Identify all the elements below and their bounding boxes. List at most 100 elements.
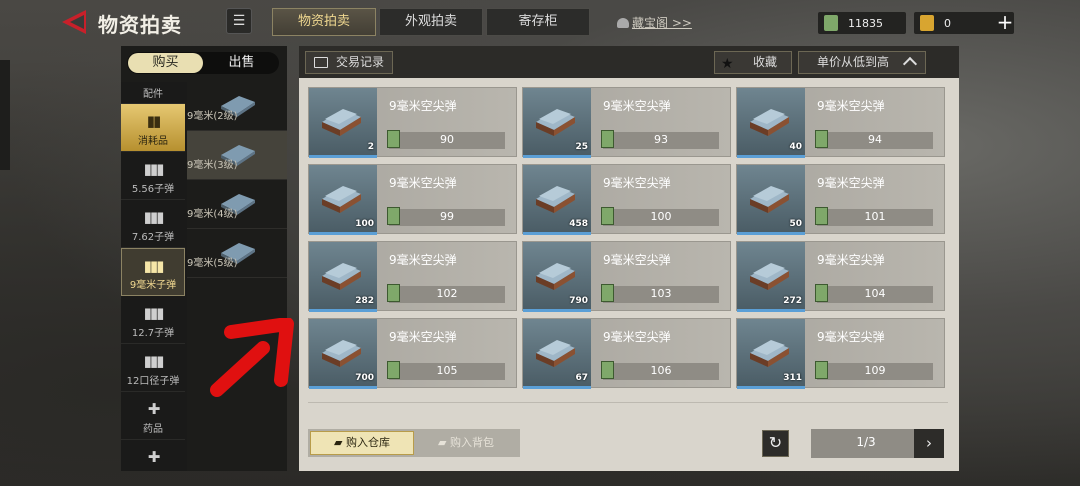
next-page-button[interactable]: › <box>914 429 944 458</box>
item-card[interactable]: 790 9毫米空尖弹 103 <box>522 241 731 312</box>
item-card[interactable]: 67 9毫米空尖弹 106 <box>522 318 731 389</box>
item-card[interactable]: 282 9毫米空尖弹 102 <box>308 241 517 312</box>
category-consumables[interactable]: ▮▮ 消耗品 <box>121 104 185 152</box>
pagination: 1/3 › <box>811 429 944 458</box>
item-quantity: 67 <box>575 373 588 383</box>
subcategory-9mm-level4[interactable]: 9毫米(4级) <box>187 180 287 229</box>
category-12-gauge-ammo[interactable]: ▮▮▮ 12口径子弹 <box>121 344 185 392</box>
tab-appearance-auction[interactable]: 外观拍卖 <box>379 8 483 36</box>
subcategory-9mm-level2[interactable]: 9毫米(2级) <box>187 82 287 131</box>
ticket-icon <box>920 15 934 31</box>
item-card[interactable]: 458 9毫米空尖弹 100 <box>522 164 731 235</box>
item-card[interactable]: 25 9毫米空尖弹 93 <box>522 87 731 158</box>
sell-toggle[interactable]: 出售 <box>204 52 279 74</box>
tab-storage-locker[interactable]: 寄存柜 <box>486 8 590 36</box>
warehouse-icon: ▰ <box>334 436 346 449</box>
chevron-up-icon <box>902 56 918 72</box>
ammo-box-icon <box>750 263 789 290</box>
back-arrow-icon[interactable] <box>60 8 92 36</box>
listing-panel: 交易记录 ★ 收藏 单价从低到高 2 9毫米空尖弹 90 25 9毫米空尖弹 93 40 9毫米… <box>299 46 959 471</box>
menu-list-icon[interactable]: ☰ <box>226 8 252 34</box>
buy-to-warehouse-button[interactable]: ▰ 购入仓库 <box>310 431 414 455</box>
page-indicator: 1/3 <box>856 435 876 449</box>
item-card[interactable]: 2 9毫米空尖弹 90 <box>308 87 517 158</box>
purchase-destination-toggle: ▰ 购入仓库 ▰ 购入背包 <box>308 429 520 457</box>
item-name: 9毫米空尖弹 <box>603 176 671 190</box>
item-quantity: 50 <box>789 219 802 229</box>
item-card[interactable]: 40 9毫米空尖弹 94 <box>736 87 945 158</box>
ammo-box-icon <box>536 340 575 367</box>
item-thumbnail: 2 <box>309 88 377 158</box>
item-price-value: 93 <box>654 133 668 146</box>
item-thumbnail: 67 <box>523 319 591 389</box>
item-price: 99 <box>387 207 505 226</box>
category-accessories[interactable]: 配件 <box>121 82 185 104</box>
item-name: 9毫米空尖弹 <box>817 99 885 113</box>
ammo-box-icon <box>750 186 789 213</box>
subcategory-label: 9毫米(5级) <box>187 258 238 269</box>
subcategory-label: 9毫米(3级) <box>187 160 238 171</box>
item-quantity: 272 <box>783 296 802 306</box>
item-quantity: 100 <box>355 219 374 229</box>
subcategory-9mm-level5[interactable]: 9毫米(5级) <box>187 229 287 278</box>
refresh-button[interactable]: ↻ <box>762 430 789 457</box>
category-label: 药品 <box>143 424 163 435</box>
category-762-ammo[interactable]: ▮▮▮ 7.62子弹 <box>121 200 185 248</box>
item-name: 9毫米空尖弹 <box>389 253 457 267</box>
divider <box>308 402 948 403</box>
buy-to-backpack-button[interactable]: ▰ 购入背包 <box>416 431 516 455</box>
item-price: 106 <box>601 361 719 380</box>
item-card[interactable]: 700 9毫米空尖弹 105 <box>308 318 517 389</box>
item-card[interactable]: 100 9毫米空尖弹 99 <box>308 164 517 235</box>
buy-to-backpack-label: 购入背包 <box>449 436 494 449</box>
sort-dropdown[interactable]: 单价从低到高 <box>798 51 926 74</box>
item-price-value: 99 <box>440 210 454 223</box>
item-thumbnail: 790 <box>523 242 591 312</box>
buy-sell-toggle: 购买 出售 <box>127 52 279 74</box>
item-price: 90 <box>387 130 505 149</box>
item-price-value: 100 <box>650 210 672 223</box>
trade-records-button[interactable]: 交易记录 <box>305 51 393 74</box>
category-9mm-ammo[interactable]: ▮▮▮ 9毫米子弹 <box>121 248 185 296</box>
category-label: 12口径子弹 <box>126 376 180 387</box>
item-name: 9毫米空尖弹 <box>389 176 457 190</box>
favorites-label: 收藏 <box>752 55 777 69</box>
consumables-icon: ▮▮ <box>146 112 162 130</box>
item-card[interactable]: 272 9毫米空尖弹 104 <box>736 241 945 312</box>
ammo-box-icon <box>322 186 361 213</box>
item-card[interactable]: 50 9毫米空尖弹 101 <box>736 164 945 235</box>
item-price-value: 109 <box>864 364 886 377</box>
red-arrow-annotation <box>210 318 294 397</box>
add-currency-button[interactable]: + <box>994 12 1016 34</box>
tab-material-auction[interactable]: 物资拍卖 <box>272 8 376 36</box>
subcategory-9mm-level3[interactable]: 9毫米(3级) <box>187 131 287 180</box>
item-thumbnail: 25 <box>523 88 591 158</box>
buy-toggle[interactable]: 购买 <box>128 53 203 73</box>
ammo-box-icon <box>536 263 575 290</box>
item-price-value: 102 <box>436 287 458 300</box>
item-card[interactable]: 311 9毫米空尖弹 109 <box>736 318 945 389</box>
item-price-value: 105 <box>436 364 458 377</box>
favorites-button[interactable]: ★ 收藏 <box>714 51 792 74</box>
buy-to-warehouse-label: 购入仓库 <box>345 436 390 449</box>
records-icon <box>314 57 328 68</box>
item-price-value: 106 <box>650 364 672 377</box>
chevron-right-icon: › <box>926 434 932 452</box>
category-556-ammo[interactable]: ▮▮▮ 5.56子弹 <box>121 152 185 200</box>
item-price: 102 <box>387 284 505 303</box>
backpack-icon: ▰ <box>438 436 450 449</box>
treasure-pavilion-link[interactable]: 藏宝阁 >> <box>617 14 692 31</box>
subcategory-label: 9毫米(4级) <box>187 209 238 220</box>
category-medicine[interactable]: ✚ 药品 <box>121 392 185 440</box>
category-127-ammo[interactable]: ▮▮▮ 12.7子弹 <box>121 296 185 344</box>
category-more[interactable]: ✚ <box>121 440 185 471</box>
item-name: 9毫米空尖弹 <box>603 253 671 267</box>
ammo-box-icon <box>322 340 361 367</box>
item-price-value: 103 <box>650 287 672 300</box>
item-price: 93 <box>601 130 719 149</box>
ammo-box-icon <box>322 263 361 290</box>
medkit-icon: ✚ <box>147 400 161 418</box>
item-quantity: 700 <box>355 373 374 383</box>
category-label: 7.62子弹 <box>131 232 175 243</box>
category-label: 消耗品 <box>138 136 168 147</box>
